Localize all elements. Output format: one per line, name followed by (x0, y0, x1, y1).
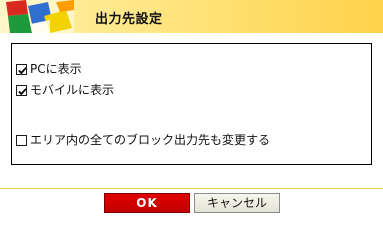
option-show-on-pc[interactable]: PCに表示 (16, 62, 82, 76)
footer-divider (0, 188, 383, 189)
cancel-button[interactable]: キャンセル (194, 193, 280, 213)
show-on-pc-checkbox[interactable] (16, 63, 27, 75)
option-change-all-blocks[interactable]: エリア内の全てのブロック出力先も変更する (16, 133, 270, 147)
show-on-mobile-checkbox[interactable] (16, 84, 27, 96)
change-all-blocks-label[interactable]: エリア内の全てのブロック出力先も変更する (30, 133, 270, 147)
output-destination-dialog: 出力先設定 PCに表示 モバイルに表示 エリア内の全てのブロック出力先も変更する (0, 0, 383, 219)
change-all-blocks-checkbox[interactable] (16, 134, 27, 146)
checkmark-icon (18, 87, 27, 95)
dialog-title: 出力先設定 (95, 12, 163, 27)
colorful-boxes-logo-icon (0, 0, 74, 33)
show-on-pc-label[interactable]: PCに表示 (30, 62, 82, 76)
checkmark-icon (18, 66, 27, 74)
dialog-header: 出力先設定 (0, 0, 383, 33)
show-on-mobile-label[interactable]: モバイルに表示 (30, 83, 114, 97)
options-panel: PCに表示 モバイルに表示 エリア内の全てのブロック出力先も変更する (11, 43, 372, 165)
ok-button[interactable]: OK (104, 193, 190, 213)
option-show-on-mobile[interactable]: モバイルに表示 (16, 83, 114, 97)
